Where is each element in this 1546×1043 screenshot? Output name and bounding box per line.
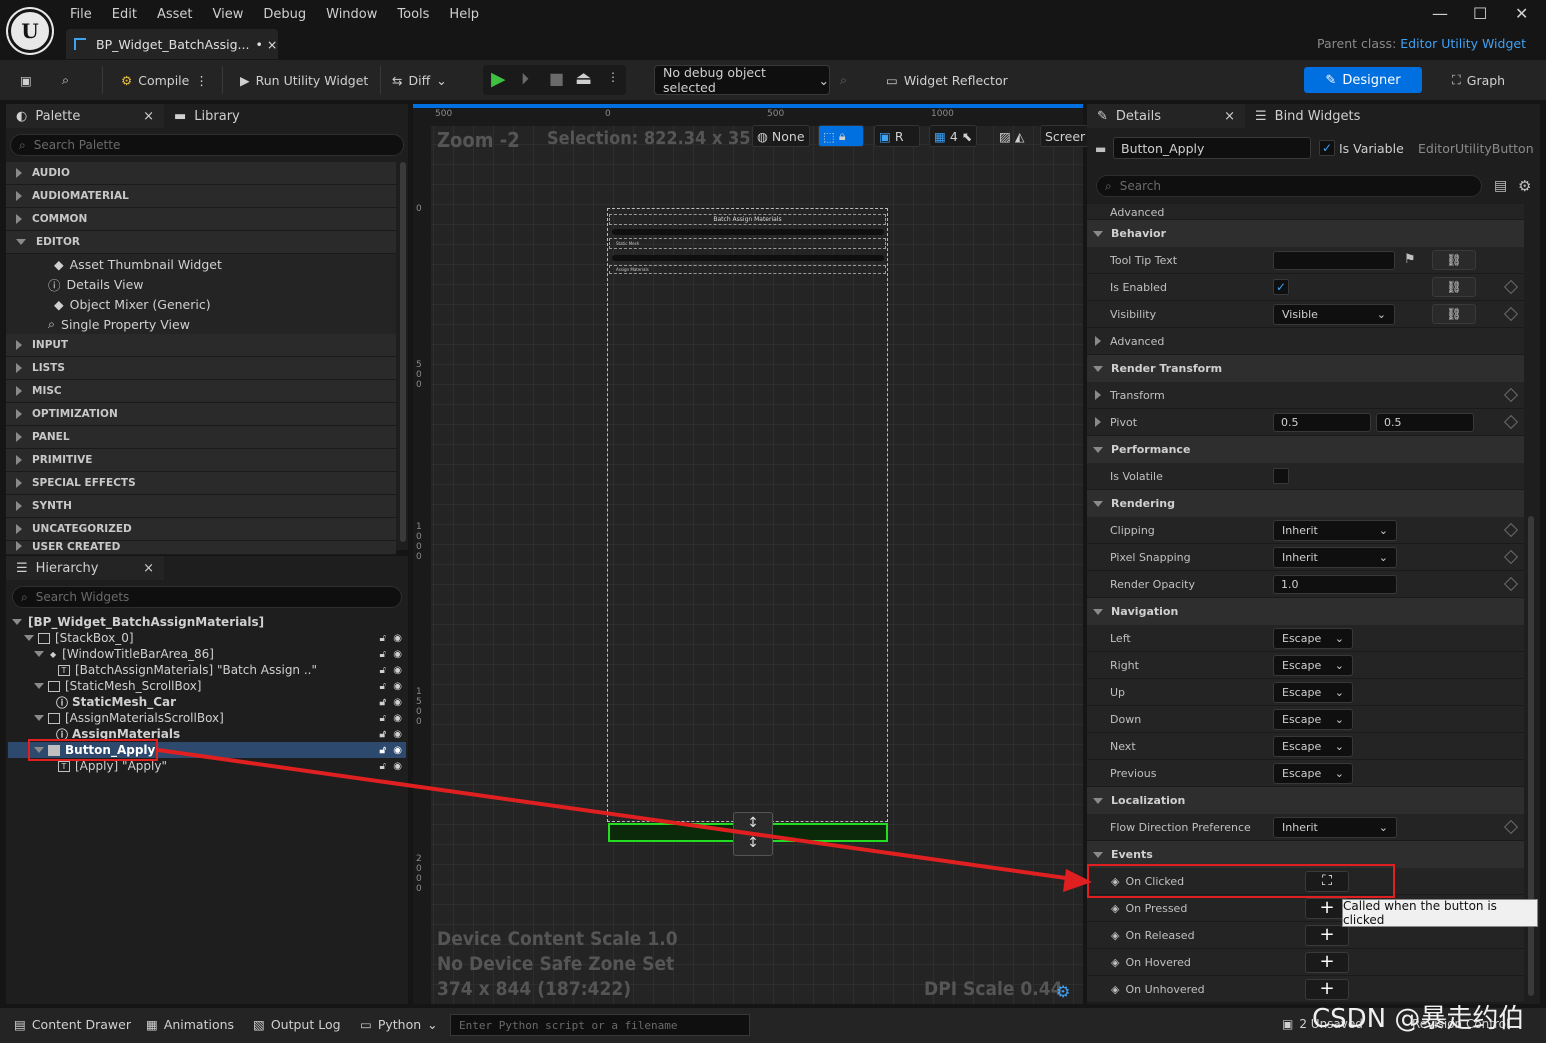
- save-icon: ▣: [1282, 1017, 1294, 1031]
- python-input[interactable]: Enter Python script or a filename: [450, 1014, 750, 1036]
- chevron-down-icon: ⌄: [427, 1017, 438, 1032]
- content-drawer-button[interactable]: ▤ Content Drawer: [14, 1017, 131, 1032]
- animations-button[interactable]: ▦ Animations: [146, 1017, 234, 1032]
- drawer-icon: ▤: [14, 1017, 26, 1032]
- film-icon: ▦: [146, 1017, 158, 1032]
- console-icon: ▭: [360, 1017, 372, 1032]
- log-icon: ▧: [253, 1017, 265, 1032]
- annotation-arrow: [157, 748, 1092, 892]
- output-log-button[interactable]: ▧ Output Log: [253, 1017, 341, 1032]
- watermark: CSDN @暴走约伯: [1312, 1004, 1525, 1034]
- python-selector[interactable]: ▭ Python ⌄: [360, 1017, 438, 1032]
